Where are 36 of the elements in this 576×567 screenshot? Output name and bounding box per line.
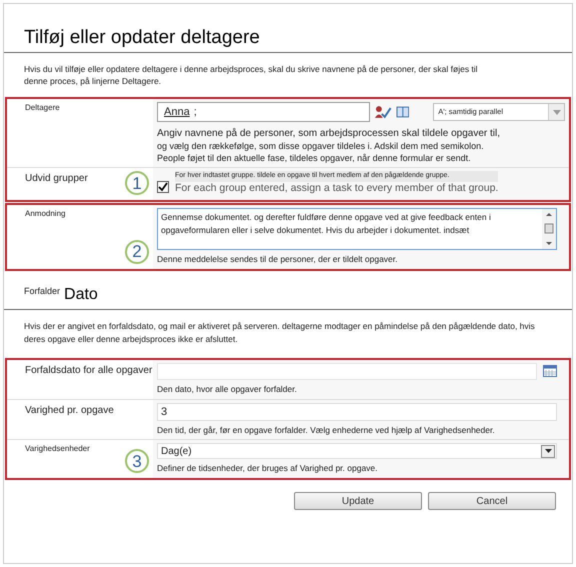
check-names-icon[interactable] (374, 105, 392, 119)
date-field[interactable] (157, 362, 537, 380)
person-name[interactable]: Anna (164, 104, 190, 120)
request-help: Denne meddelelse sendes til de personer, der er tildelt opgaver. (157, 253, 399, 266)
field-label: Varighedsenheder (25, 443, 90, 456)
text-field[interactable]: 3 (157, 402, 557, 420)
due-date-intro: Hvis der er angivet en forfaldsdato, og mail er aktiveret på serveren. deltagerne modtager en påmindelse på den pågældende dato, hvis deres opgave eller denne arbejdsproces ikke er afsluttet. (23, 320, 536, 346)
people-picker-field[interactable]: Anna ; (157, 102, 370, 122)
participants-help: Angiv navnene på de personer, som arbejdsprocessen skal tildele opgaver til, og vælg den rækkefølge, som disse opgaver tildeles i. Adskil dem med semikolon. People føjet til den aktuelle fase, tildeles opgaver, når denne formular er sendt. (157, 128, 501, 164)
page-title: Tilføj eller opdater deltagere (23, 26, 261, 50)
name-separator: ; (194, 104, 197, 120)
section-heading-prefix: Forfalder (24, 284, 60, 298)
checkmark-icon (158, 182, 168, 192)
form-button[interactable]: Update (294, 492, 422, 510)
field-label: Deltagere (25, 102, 60, 114)
field-help: Den dato, hvor alle opgaver forfalder. (157, 382, 298, 396)
field-label: Varighed pr. opgave (25, 404, 114, 418)
field-help: Definer de tidsenheder, der bruges af Varighed pr. opgave. (157, 462, 379, 475)
field-label: Anmodning (25, 208, 66, 220)
callout-number: 3 (125, 449, 149, 473)
dropdown-arrow-icon (544, 449, 552, 454)
section-heading: Dato (64, 284, 98, 305)
field-label: Udvid grupper (25, 172, 88, 186)
units-dropdown[interactable]: Dag(e) (157, 443, 557, 460)
calendar-icon[interactable] (543, 365, 557, 378)
intro-text: Hvis du vil tilføje eller opdatere deltagere i denne arbejdsproces, skal du skrive navnene på de personer, der skal føjes til denne proces, på linjerne Deltagere. (23, 63, 479, 88)
callout-number: 2 (125, 240, 149, 264)
field-help: Den tid, der går, før en opgave forfalder. Vælg enhederne ved hjælp af Varighedsenheder. (157, 424, 496, 436)
expand-groups-checkbox[interactable] (157, 180, 169, 192)
scrollbar-icon[interactable] (542, 209, 556, 249)
expand-groups-translation: For each group entered, assign a task to every member of that group. (175, 182, 498, 194)
dropdown-arrow-icon (552, 110, 560, 114)
request-textarea[interactable]: Gennemse dokumentet. og derefter fuldføre denne opgave ved at give feedback enten i opgaveformularen eller i selve dokumentet. Hvis du arbejder i dokumentet. indsæt (157, 208, 557, 250)
form-button[interactable]: Cancel (428, 492, 556, 510)
callout-number: 1 (125, 171, 149, 195)
field-label: Forfaldsdato for alle opgaver (25, 364, 152, 378)
